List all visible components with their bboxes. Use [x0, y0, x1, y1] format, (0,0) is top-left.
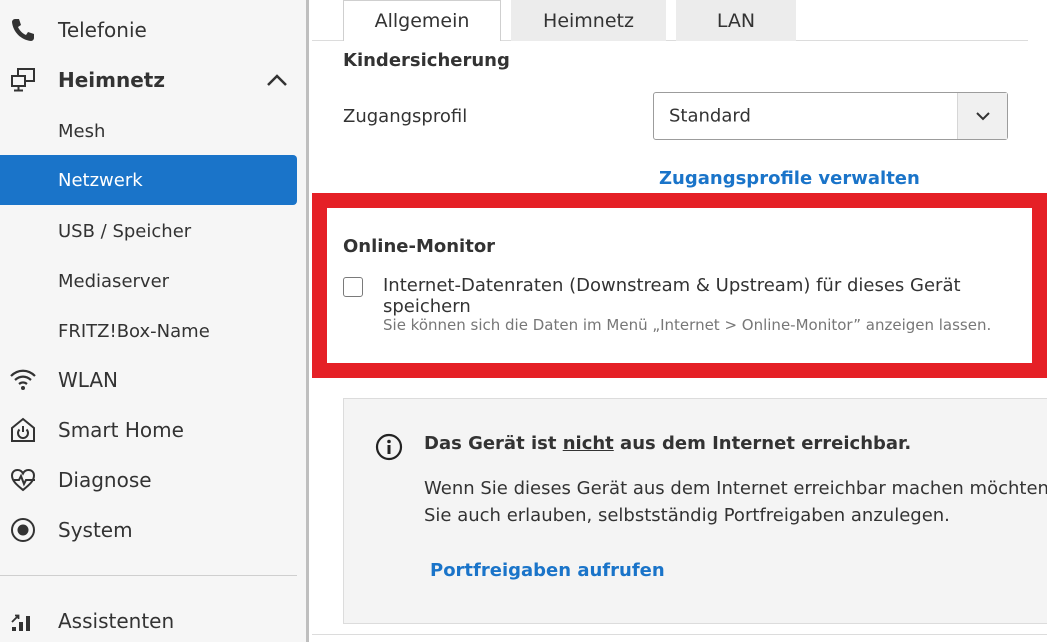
select-dropdown-button[interactable]	[957, 93, 1007, 139]
smart-home-icon	[11, 417, 35, 442]
datenraten-checkbox[interactable]	[343, 277, 363, 297]
bottom-divider	[312, 634, 1047, 635]
sidebar-item-netzwerk[interactable]: Netzwerk	[0, 155, 297, 205]
sidebar-item-assistenten[interactable]: Assistenten	[0, 596, 306, 642]
sidebar-item-label: WLAN	[58, 368, 119, 392]
sidebar-item-telefonie[interactable]: Telefonie	[0, 5, 306, 55]
tab-heimnetz[interactable]: Heimnetz	[511, 0, 666, 41]
sidebar-item-fritzbox-name[interactable]: FRITZ!Box-Name	[0, 306, 297, 356]
select-value: Standard	[669, 105, 751, 127]
zugangsprofil-select[interactable]: Standard	[653, 92, 1008, 140]
sidebar-item-label: Diagnose	[58, 468, 152, 492]
sidebar-border	[306, 0, 309, 642]
assistant-icon	[11, 614, 30, 631]
main-content: Allgemein Heimnetz LAN Kindersicherung Z…	[312, 0, 1047, 642]
info-title: Das Gerät ist nicht aus dem Internet err…	[424, 433, 912, 454]
online-monitor-hint: Sie können sich die Daten im Menü „Inter…	[383, 316, 992, 334]
sidebar-item-label: FRITZ!Box-Name	[58, 320, 210, 342]
wifi-icon	[10, 369, 36, 390]
sidebar-item-label: USB / Speicher	[58, 220, 192, 242]
portfreigaben-link[interactable]: Portfreigaben aufrufen	[430, 560, 665, 581]
info-box: Das Gerät ist nicht aus dem Internet err…	[343, 398, 1047, 624]
phone-icon	[12, 19, 34, 41]
sidebar-item-label: Assistenten	[58, 609, 175, 633]
network-icon	[11, 68, 35, 92]
chevron-down-icon	[976, 112, 990, 121]
sidebar-item-label: System	[58, 518, 133, 542]
tab-allgemein[interactable]: Allgemein	[343, 0, 501, 41]
online-monitor-heading: Online-Monitor	[343, 236, 496, 257]
chevron-up-icon[interactable]	[266, 73, 288, 87]
info-text-line2: Sie auch erlauben, selbstständig Portfre…	[424, 505, 950, 526]
sidebar-item-mesh[interactable]: Mesh	[0, 106, 297, 156]
sidebar-item-diagnose[interactable]: Diagnose	[0, 455, 306, 505]
tab-lan[interactable]: LAN	[676, 0, 796, 41]
system-icon	[11, 518, 35, 542]
sidebar-item-label: Mediaserver	[58, 270, 170, 292]
zugangsprofile-verwalten-link[interactable]: Zugangsprofile verwalten	[659, 168, 920, 189]
sidebar-item-usb-speicher[interactable]: USB / Speicher	[0, 206, 297, 256]
sidebar-item-smart-home[interactable]: Smart Home	[0, 405, 306, 455]
tab-bar: Allgemein Heimnetz LAN	[343, 0, 806, 41]
sidebar: Telefonie Heimnetz Mesh Netzwerk USB / S…	[0, 0, 306, 642]
sidebar-item-system[interactable]: System	[0, 505, 306, 555]
sidebar-item-label: Heimnetz	[58, 68, 166, 92]
info-text-line1: Wenn Sie dieses Gerät aus dem Internet e…	[424, 478, 1047, 499]
zugangsprofil-label: Zugangsprofil	[343, 106, 468, 127]
sidebar-item-mediaserver[interactable]: Mediaserver	[0, 256, 297, 306]
sidebar-item-label: Mesh	[58, 120, 106, 142]
info-title-emphasis: nicht	[562, 433, 614, 454]
sidebar-item-wlan[interactable]: WLAN	[0, 355, 306, 405]
info-icon	[375, 433, 403, 461]
datenraten-checkbox-label[interactable]: Internet-Datenraten (Downstream & Upstre…	[383, 275, 1047, 317]
sidebar-item-label: Smart Home	[58, 418, 184, 442]
diagnose-icon	[10, 468, 36, 492]
sidebar-divider	[0, 575, 297, 576]
sidebar-item-label: Telefonie	[58, 18, 147, 42]
kindersicherung-heading: Kindersicherung	[343, 50, 510, 71]
sidebar-item-label: Netzwerk	[58, 169, 143, 191]
sidebar-item-heimnetz[interactable]: Heimnetz	[0, 55, 306, 105]
